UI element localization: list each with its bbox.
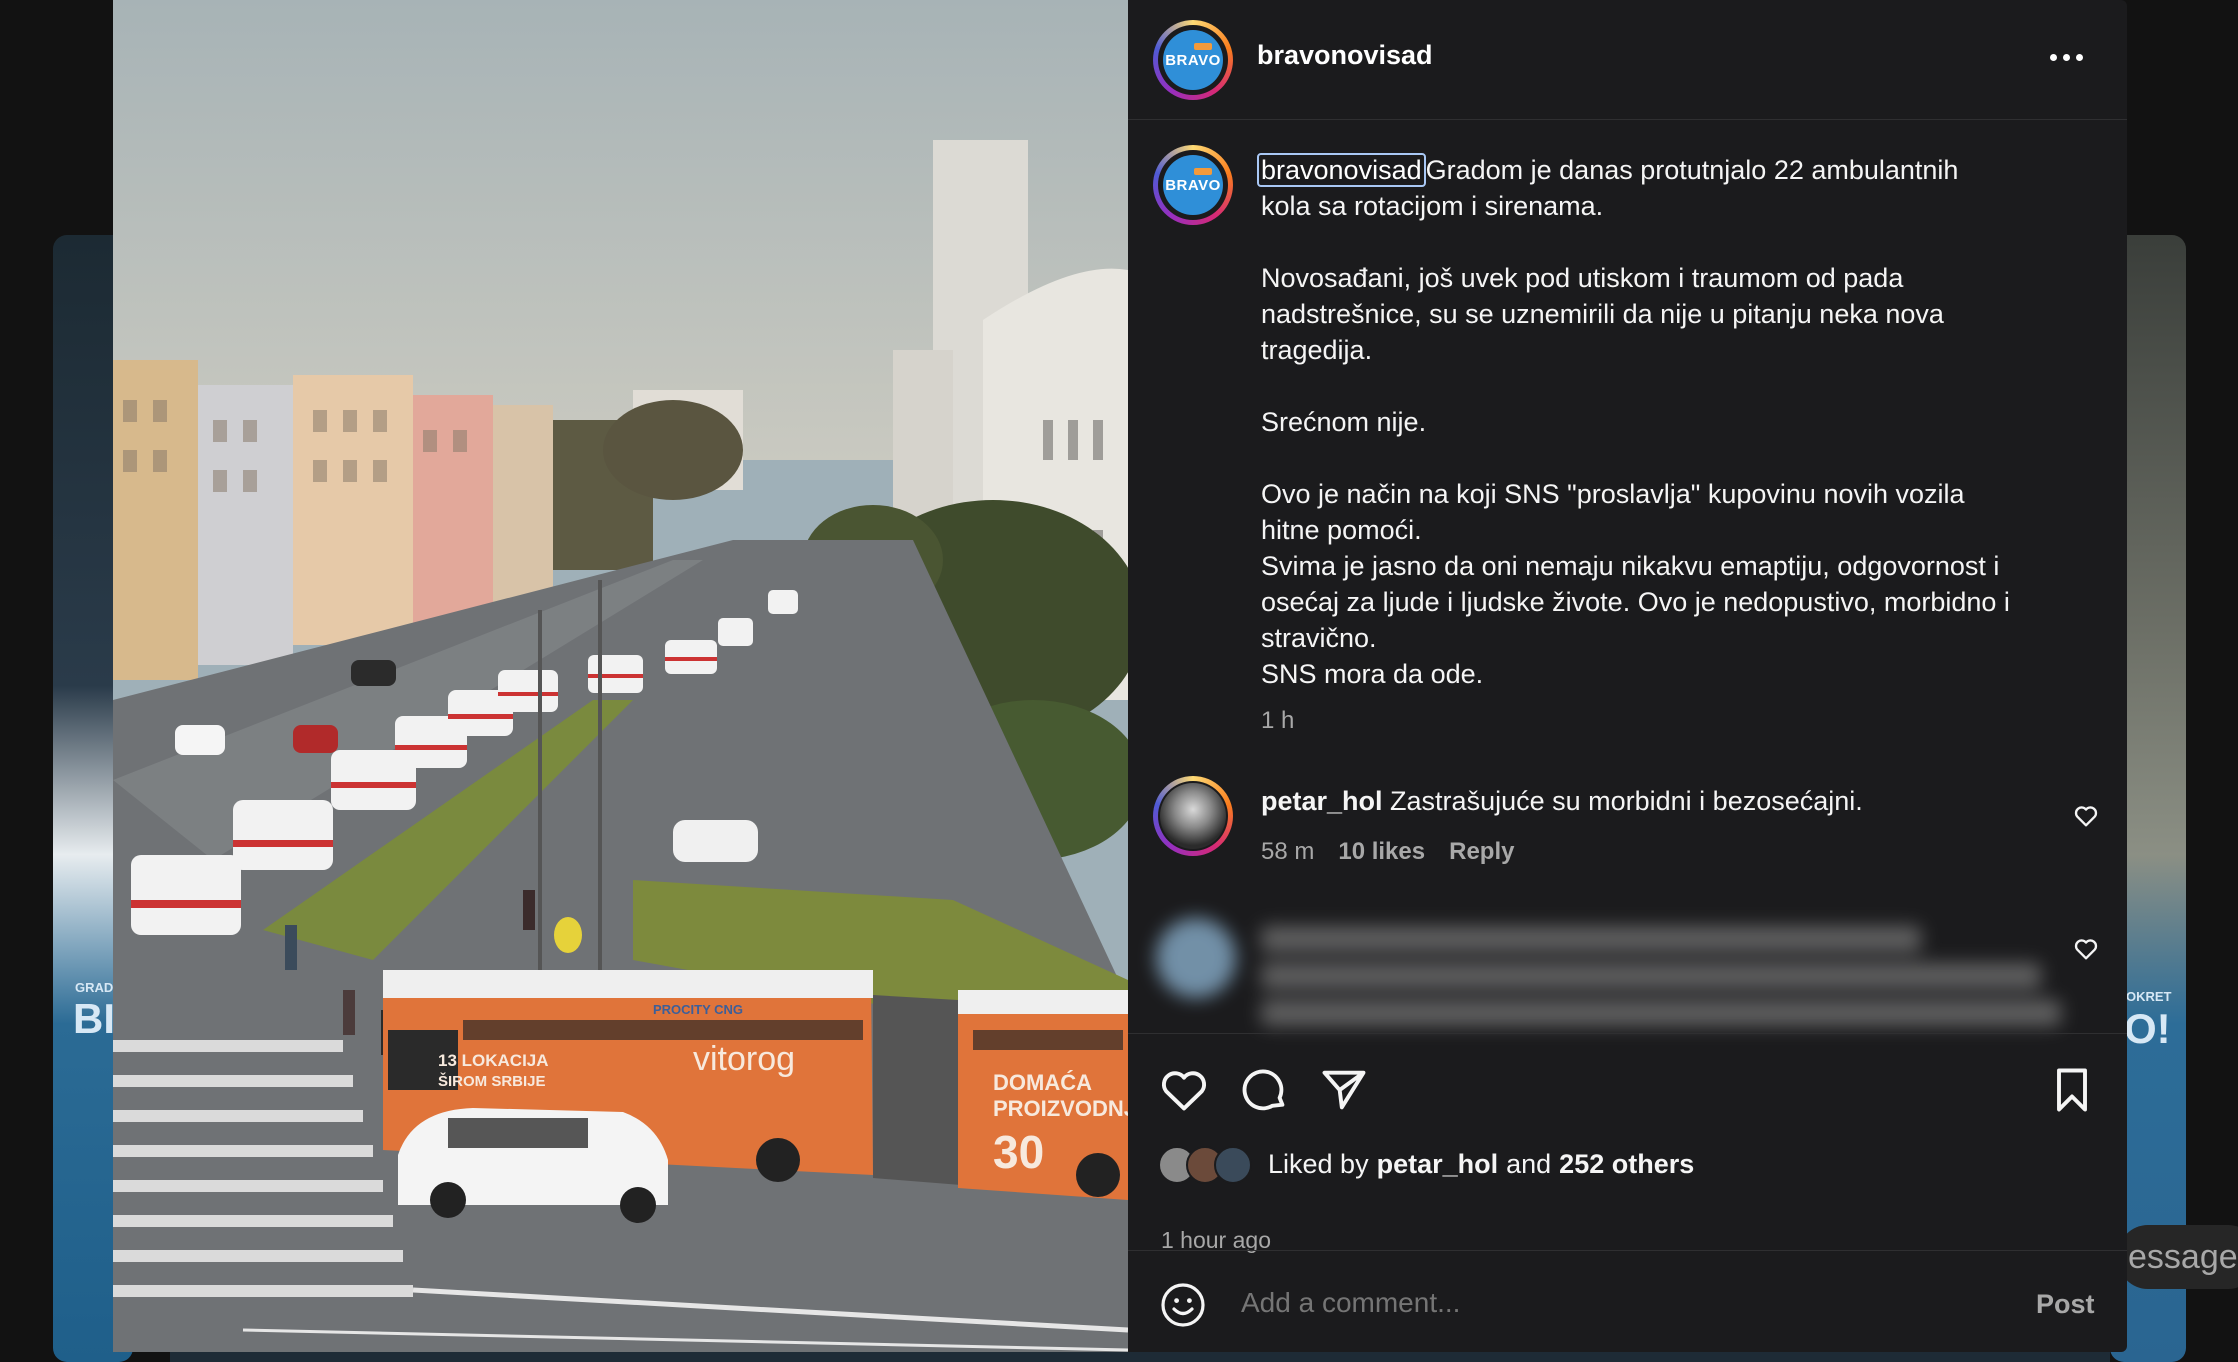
- side-big-text: BI: [73, 995, 115, 1042]
- bus-text-2: ŠIROM SRBIJE: [438, 1072, 546, 1090]
- messages-button[interactable]: essages: [2118, 1225, 2238, 1289]
- add-comment-input[interactable]: [1241, 1287, 1941, 1319]
- liked-by-user[interactable]: petar_hol: [1377, 1149, 1499, 1180]
- add-comment-bar: Post: [1128, 1250, 2127, 1352]
- street-scene-image: 13 LOKACIJA ŠIROM SRBIJE vitorog DOMAĆA …: [113, 0, 1128, 1352]
- comment-likes[interactable]: 10 likes: [1338, 838, 1425, 866]
- bus-text-1: 13 LOKACIJA: [438, 1051, 549, 1070]
- comment-time[interactable]: 58 m: [1261, 838, 1314, 866]
- more-options-icon[interactable]: [2050, 47, 2098, 67]
- post-header: BRAVO bravonovisad: [1128, 0, 2127, 120]
- like-heart-icon[interactable]: [1158, 1064, 1210, 1116]
- author-avatar[interactable]: BRAVO: [1153, 20, 1233, 100]
- caption-author-avatar[interactable]: BRAVO: [1153, 145, 1233, 225]
- blurred-comment: [1156, 918, 2096, 1033]
- bus-brand-text: vitorog: [693, 1040, 795, 1078]
- messages-label: essages: [2128, 1238, 2238, 1276]
- bravo-logo: BRAVO: [1163, 155, 1223, 215]
- liked-by-and: and: [1506, 1148, 1552, 1179]
- post-detail-panel: BRAVO bravonovisad BRAVO bravonovisad Gra…: [1128, 0, 2127, 1352]
- comment-like-heart-icon[interactable]: [2072, 935, 2100, 963]
- liked-by-others[interactable]: 252 others: [1559, 1149, 1694, 1180]
- post-comment-button[interactable]: Post: [2036, 1289, 2095, 1320]
- comment-reply-button[interactable]: Reply: [1449, 838, 1514, 866]
- side-label: OKRET: [2126, 989, 2172, 1004]
- liker-avatars: [1158, 1144, 1262, 1184]
- side-label: GRAD: [75, 980, 114, 995]
- post-photo[interactable]: 13 LOKACIJA ŠIROM SRBIJE vitorog DOMAĆA …: [113, 0, 1128, 1352]
- bus-text-4: PROIZVODNJA: [993, 1096, 1128, 1121]
- comment-text: Zastrašujuće su morbidni i bezosećajni.: [1390, 786, 1863, 816]
- bus-text-3: DOMAĆA: [993, 1070, 1092, 1095]
- save-bookmark-icon[interactable]: [2046, 1064, 2098, 1116]
- caption-text: Gradom je danas protutnjalo 22 ambulantn…: [1261, 155, 2010, 689]
- bravo-logo: BRAVO: [1163, 30, 1223, 90]
- author-username[interactable]: bravonovisad: [1257, 40, 1433, 71]
- bus-top-text: PROCITY CNG: [653, 1002, 743, 1017]
- caption-username-link[interactable]: bravonovisad: [1257, 153, 1426, 187]
- likes-summary[interactable]: Liked by petar_hol and 252 others: [1158, 1144, 1702, 1184]
- comment-like-heart-icon[interactable]: [2072, 802, 2100, 830]
- comment-bubble-icon[interactable]: [1238, 1064, 1290, 1116]
- commenter-username[interactable]: petar_hol: [1261, 786, 1383, 816]
- liked-by-label: Liked by: [1268, 1148, 1369, 1179]
- commenter-avatar[interactable]: [1153, 776, 1233, 856]
- caption-timestamp[interactable]: 1 h: [1261, 707, 1294, 735]
- side-big-text: O!: [2124, 1005, 2171, 1052]
- post-caption: bravonovisad Gradom je danas protutnjalo …: [1257, 152, 2091, 692]
- emoji-smile-icon[interactable]: [1159, 1281, 1207, 1329]
- bus-number: 30: [993, 1126, 1044, 1178]
- comment-item: petar_hol Zastrašujuće su morbidni i bez…: [1128, 776, 2127, 866]
- share-send-icon[interactable]: [1318, 1064, 1370, 1116]
- post-actions: Liked by petar_hol and 252 others 1 hour…: [1128, 1033, 2127, 1253]
